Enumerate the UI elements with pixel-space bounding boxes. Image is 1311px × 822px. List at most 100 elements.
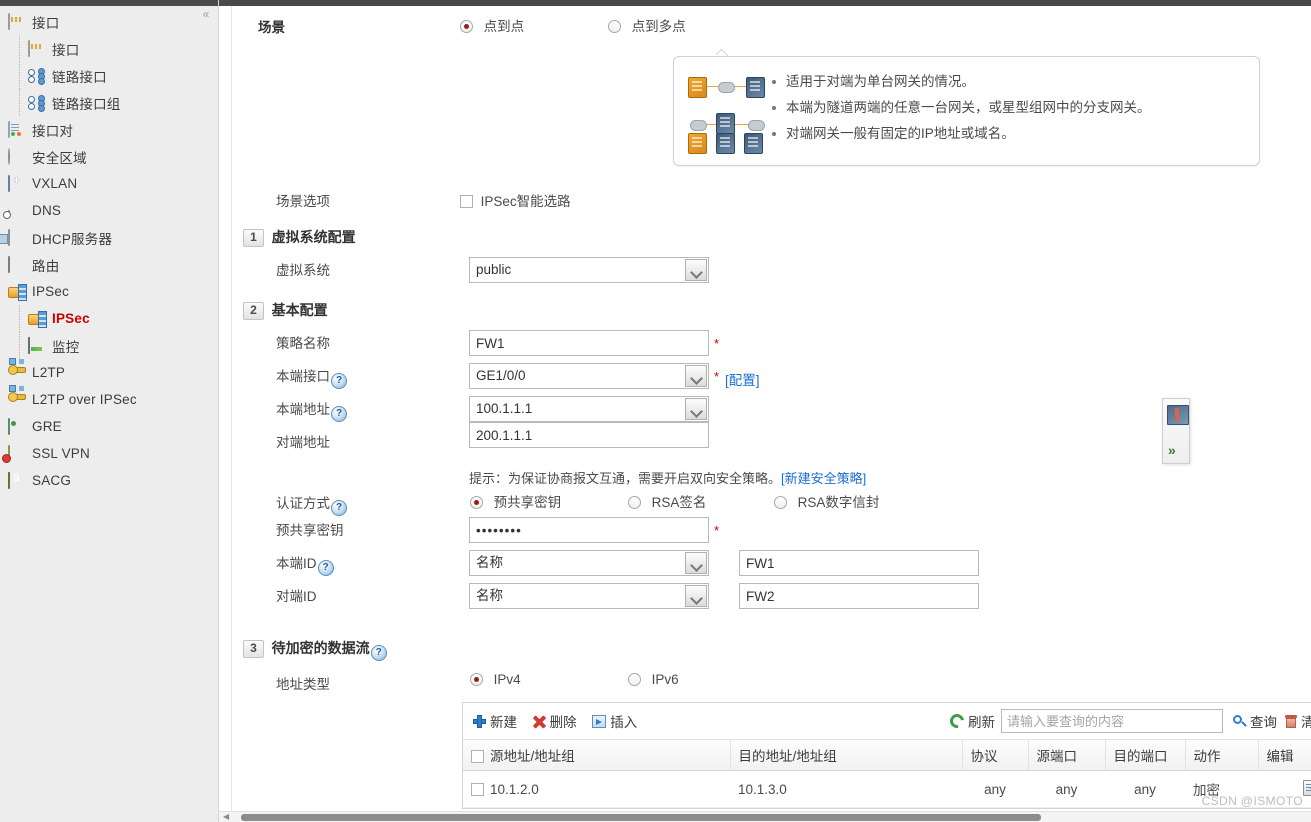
- help-icon[interactable]: ?: [317, 560, 334, 576]
- vsys-select[interactable]: public: [469, 257, 709, 283]
- query-button[interactable]: 查询: [1233, 703, 1277, 739]
- chevron-down-icon[interactable]: [685, 365, 707, 387]
- local-id-type-select[interactable]: 名称: [469, 550, 709, 576]
- table-header-row: 源地址/地址组 目的地址/地址组 协议 源端口 目的端口 动作 编辑: [463, 740, 1311, 771]
- sidebar-item-l2tp[interactable]: L2TP: [0, 357, 218, 386]
- auth-radio-rsa-envelope-label[interactable]: RSA数字信封: [798, 495, 880, 510]
- help-icon[interactable]: ?: [370, 645, 387, 661]
- row-checkbox[interactable]: [471, 782, 484, 796]
- cell-source-value: 10.1.2.0: [490, 781, 539, 797]
- sidebar-item-l2tp-over-ipsec[interactable]: L2TP over IPSec: [0, 384, 218, 413]
- help-icon[interactable]: ?: [331, 373, 347, 389]
- auth-radio-rsa-signature-label[interactable]: RSA签名: [652, 495, 707, 510]
- ipsec-smart-route-checkbox[interactable]: [460, 195, 473, 208]
- sidebar-item-gre[interactable]: GRE: [0, 413, 218, 440]
- address-type-radio-ipv4[interactable]: [470, 673, 483, 686]
- new-security-policy-link[interactable]: [新建安全策略]: [781, 471, 866, 486]
- configure-link[interactable]: [配置]: [725, 369, 760, 389]
- clear-query-button[interactable]: 清除查询: [1285, 703, 1311, 739]
- search-input[interactable]: [1001, 709, 1223, 733]
- table-header-source[interactable]: 源地址/地址组: [463, 740, 731, 771]
- scene-radio-point-to-multipoint-label[interactable]: 点到多点: [632, 19, 686, 34]
- table-header-source-port[interactable]: 源端口: [1028, 740, 1106, 771]
- address-type-radio-ipv6-label[interactable]: IPv6: [652, 672, 679, 687]
- sidebar-item-label: DNS: [32, 203, 62, 218]
- info-bullet-text: 本端为隧道两端的任意一台网关，或星型组网中的分支网关。: [786, 100, 1151, 115]
- auth-radio-psk[interactable]: [470, 496, 483, 509]
- chevron-down-icon[interactable]: [685, 259, 707, 281]
- table-header-protocol[interactable]: 协议: [962, 740, 1029, 771]
- horizontal-scrollbar[interactable]: ◀: [219, 811, 1311, 822]
- bullet-dot-icon: [772, 80, 776, 84]
- table-header-destination[interactable]: 目的地址/地址组: [730, 740, 963, 771]
- address-type-radio-ipv4-label[interactable]: IPv4: [494, 672, 521, 687]
- chevron-down-icon[interactable]: [685, 398, 707, 420]
- sidebar-item-dhcp-server[interactable]: DHCP服务器: [0, 224, 218, 251]
- peer-id-type-select[interactable]: 名称: [469, 583, 709, 609]
- sidebar-item-label: VXLAN: [32, 176, 78, 191]
- sidebar-item-sacg[interactable]: SACG: [0, 467, 218, 494]
- scene-radio-point-to-multipoint[interactable]: [608, 20, 621, 33]
- interface-icon: [8, 12, 26, 30]
- local-address-label: 本端地址: [276, 402, 330, 417]
- insert-button-label: 插入: [610, 715, 638, 730]
- auth-radio-rsa-signature[interactable]: [628, 496, 641, 509]
- content-pane: 场景 点到点 点到多点 适用于对端为单台网关的情况。 本端为隧道两端的任意一台网…: [219, 0, 1311, 822]
- sidebar-item-security-zone[interactable]: 安全区域: [0, 143, 218, 170]
- horizontal-scrollbar-thumb[interactable]: [241, 814, 1041, 821]
- sidebar-item-route[interactable]: 路由: [0, 251, 218, 278]
- l2tp-over-ipsec-icon: [8, 384, 26, 408]
- interface-pair-icon: [8, 120, 26, 138]
- policy-name-input[interactable]: [469, 330, 709, 356]
- scene-radio-point-to-point-label[interactable]: 点到点: [484, 19, 525, 34]
- ipsec-smart-route-label[interactable]: IPSec智能选路: [481, 194, 571, 209]
- sidebar-item-link-interface-group[interactable]: 链路接口组: [0, 89, 218, 116]
- table-header-dest-port[interactable]: 目的端口: [1105, 740, 1186, 771]
- scene-info-card: 适用于对端为单台网关的情况。 本端为隧道两端的任意一台网关，或星型组网中的分支网…: [673, 56, 1260, 166]
- insert-button[interactable]: 插入: [592, 703, 637, 739]
- new-button[interactable]: 新建: [473, 703, 517, 739]
- sidebar-item-interface-root[interactable]: 接口: [0, 8, 218, 35]
- sidebar-item-monitor[interactable]: 监控: [0, 332, 218, 359]
- chevron-down-icon[interactable]: [685, 585, 707, 607]
- auth-radio-psk-label[interactable]: 预共享密钥: [494, 495, 562, 510]
- auth-radio-rsa-envelope[interactable]: [774, 496, 787, 509]
- sidebar-item-label: L2TP over IPSec: [32, 392, 137, 407]
- peer-id-input[interactable]: [739, 583, 979, 609]
- local-address-select[interactable]: 100.1.1.1: [469, 396, 709, 422]
- query-button-label: 查询: [1250, 715, 1277, 730]
- table-header-edit[interactable]: 编辑: [1258, 740, 1311, 771]
- right-panel-toggle[interactable]: »: [1162, 398, 1190, 464]
- sidebar-item-dns[interactable]: DNS: [0, 197, 218, 224]
- table-row[interactable]: 10.1.2.0 10.1.3.0 any any any 加密: [463, 770, 1311, 808]
- delete-button[interactable]: 删除: [533, 703, 577, 739]
- sidebar-item-interface-pair[interactable]: 接口对: [0, 116, 218, 143]
- psk-required-mark: *: [714, 523, 720, 538]
- sidebar-item-ipsec[interactable]: IPSec: [0, 305, 218, 332]
- help-icon[interactable]: ?: [331, 406, 347, 422]
- chevron-down-icon[interactable]: [685, 552, 707, 574]
- edit-icon[interactable]: [1303, 779, 1311, 796]
- sidebar-item-vxlan[interactable]: VXLAN: [0, 170, 218, 197]
- scroll-left-arrow-icon[interactable]: ◀: [223, 813, 233, 821]
- sidebar-item-label: DHCP服务器: [32, 231, 113, 247]
- sidebar-item-ipsec-root[interactable]: IPSec: [0, 278, 218, 305]
- help-icon[interactable]: ?: [331, 500, 347, 516]
- scene-radio-point-to-point[interactable]: [460, 20, 473, 33]
- sidebar-item-interface[interactable]: 接口: [0, 35, 218, 62]
- peer-address-label: 对端地址: [276, 435, 330, 450]
- psk-input[interactable]: [469, 517, 709, 543]
- security-policy-hint-text: 提示：为保证协商报文互通，需要开启双向安全策略。: [469, 471, 782, 486]
- chevron-right-icon[interactable]: »: [1168, 443, 1176, 457]
- address-type-radio-ipv6[interactable]: [628, 673, 641, 686]
- clear-query-button-label: 清除查询: [1301, 715, 1311, 730]
- select-all-checkbox[interactable]: [471, 750, 484, 763]
- refresh-button[interactable]: 刷新: [947, 703, 995, 739]
- local-interface-select[interactable]: GE1/0/0: [469, 363, 709, 389]
- table-header-action[interactable]: 动作: [1185, 740, 1259, 771]
- sidebar-item-ssl-vpn[interactable]: SSL VPN: [0, 440, 218, 467]
- local-id-input[interactable]: [739, 550, 979, 576]
- vxlan-icon: [8, 174, 26, 192]
- peer-address-input[interactable]: [469, 422, 709, 448]
- sidebar-item-link-interface[interactable]: 链路接口: [0, 62, 218, 89]
